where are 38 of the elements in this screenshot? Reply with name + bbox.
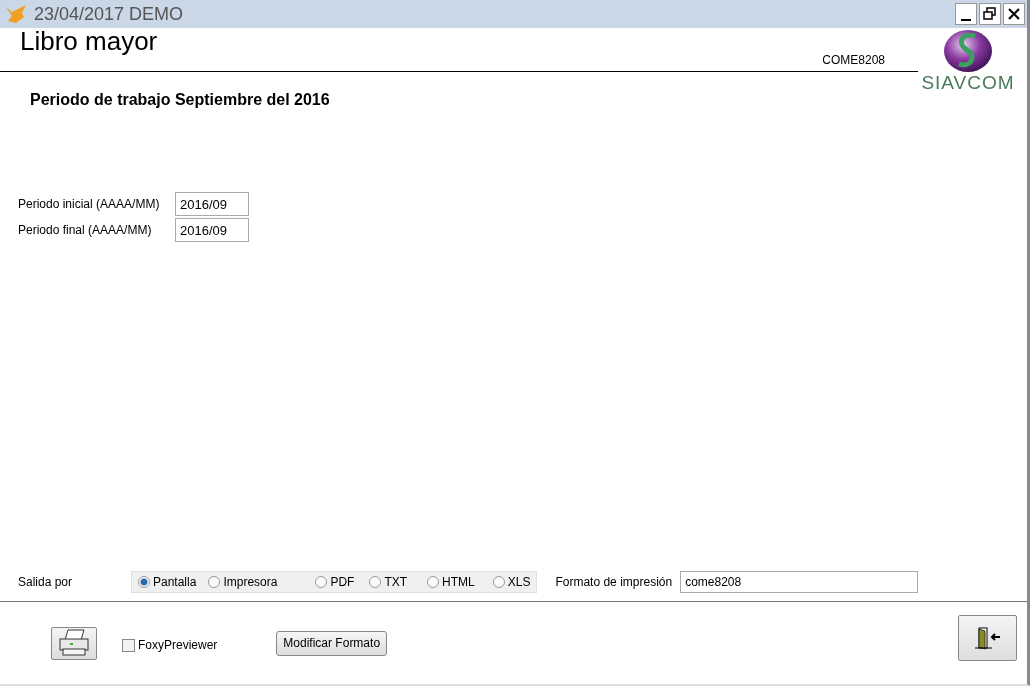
field-label: Periodo final (AAAA/MM) — [18, 223, 153, 237]
format-field[interactable]: come8208 — [680, 571, 919, 593]
radio-label[interactable]: HTML — [442, 575, 475, 589]
modify-format-button[interactable]: Modificar Formato — [276, 630, 388, 656]
radio-label[interactable]: XLS — [507, 575, 531, 589]
period-heading: Periodo de trabajo Septiembre del 2016 — [30, 91, 331, 109]
print-button[interactable] — [51, 626, 97, 660]
restore-button[interactable] — [979, 3, 1001, 25]
printer-icon — [58, 629, 90, 657]
format-label: Formato de impresión — [555, 575, 673, 589]
radio-button[interactable] — [369, 576, 382, 588]
period-field[interactable]: 2016/09 — [175, 218, 249, 242]
form-code: COME8208 — [822, 53, 885, 67]
field-label: Periodo inicial (AAAA/MM) — [18, 197, 161, 211]
output-label: Salida por — [18, 575, 74, 589]
logo-icon — [943, 28, 993, 74]
close-button[interactable] — [1003, 3, 1025, 25]
radio-label[interactable]: TXT — [384, 575, 408, 589]
checkbox-label[interactable]: FoxyPreviewer — [138, 638, 218, 652]
radio-button[interactable] — [492, 576, 505, 588]
radio-label[interactable]: Impresora — [223, 575, 278, 589]
radio-button[interactable] — [208, 576, 221, 588]
radio-button[interactable] — [315, 576, 328, 588]
logo-text: SIAVCOM — [921, 72, 1015, 94]
form-title: Libro mayor — [20, 26, 158, 57]
radio-label[interactable]: Pantalla — [153, 575, 197, 589]
checkbox[interactable] — [122, 638, 135, 652]
radio-label[interactable]: PDF — [330, 575, 355, 589]
radio-button[interactable] — [138, 576, 150, 588]
minimize-button[interactable] — [955, 3, 977, 25]
minimize-icon — [961, 19, 971, 21]
exit-button[interactable] — [958, 615, 1017, 661]
restore-icon — [983, 7, 997, 21]
window-title: 23/04/2017 DEMO — [34, 3, 184, 25]
period-field[interactable]: 2016/09 — [175, 192, 249, 216]
close-icon — [1007, 7, 1021, 21]
door-arrow-icon — [973, 626, 1002, 650]
radio-button[interactable] — [427, 576, 440, 588]
